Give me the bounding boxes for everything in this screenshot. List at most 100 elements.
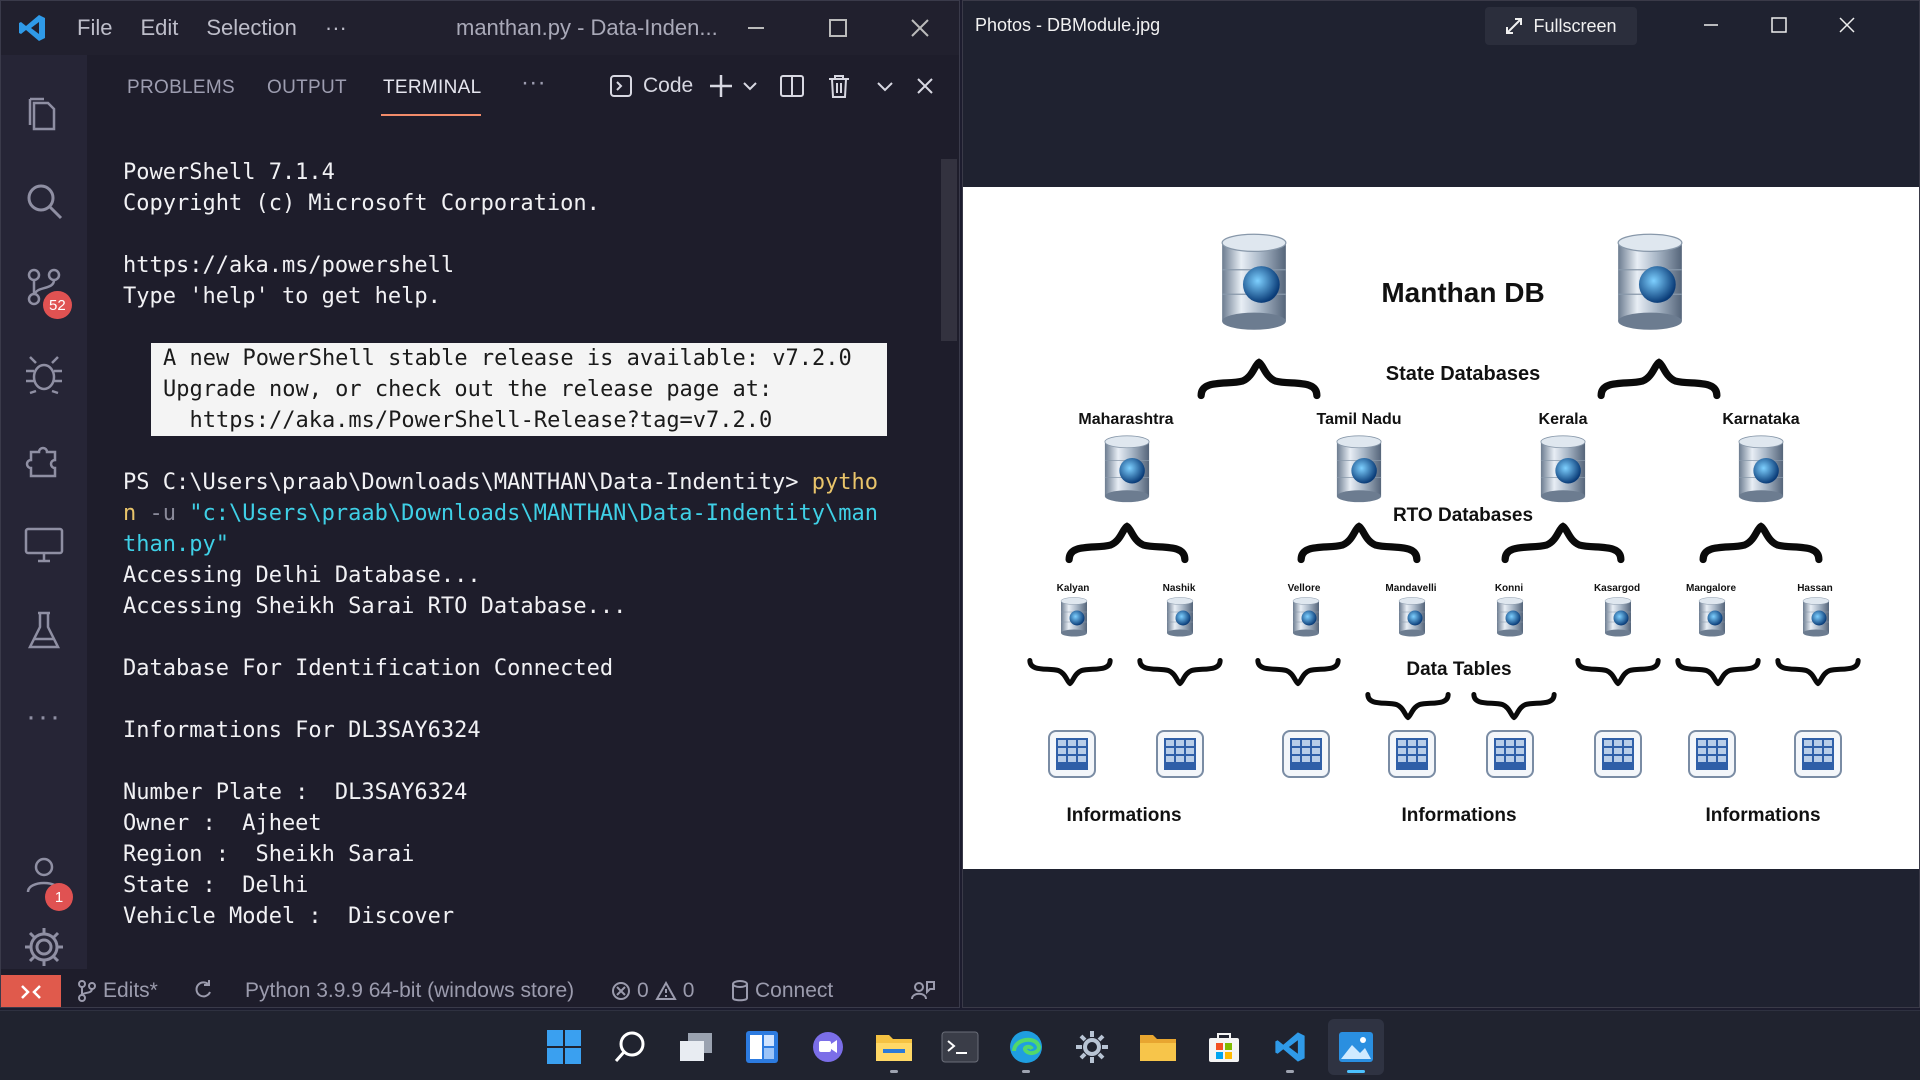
extensions-icon[interactable]: [1, 423, 87, 495]
table-icon: [1387, 729, 1437, 779]
menu-file[interactable]: File: [63, 15, 126, 41]
vscode-taskbar-icon[interactable]: [1262, 1019, 1318, 1075]
running-indicator: [890, 1070, 898, 1073]
brace-icon: [1255, 657, 1341, 687]
file-explorer-icon[interactable]: [866, 1019, 922, 1075]
terminal-icon: [610, 75, 632, 97]
connect-label: Connect: [755, 979, 834, 1002]
settings-gear-icon[interactable]: [1, 911, 87, 983]
database-icon: [1165, 597, 1195, 637]
terminal-line: Owner : Ajheet: [123, 811, 322, 836]
tab-terminal[interactable]: TERMINAL: [383, 77, 481, 99]
database-icon: [1697, 597, 1727, 637]
branch-status[interactable]: Edits*: [77, 979, 158, 1003]
brace-icon: [1501, 521, 1625, 565]
vscode-logo-icon[interactable]: [1, 1, 63, 55]
settings-app-icon[interactable]: [1064, 1019, 1120, 1075]
vscode-titlebar: File Edit Selection ··· manthan.py - Dat…: [1, 1, 959, 55]
database-icon: [1801, 597, 1831, 637]
folder-icon[interactable]: [1130, 1019, 1186, 1075]
microsoft-store-icon[interactable]: [1196, 1019, 1252, 1075]
terminal-app-icon[interactable]: [932, 1019, 988, 1075]
remote-explorer-icon[interactable]: [1, 509, 87, 581]
edge-browser-icon[interactable]: [998, 1019, 1054, 1075]
active-tab-indicator: [381, 114, 481, 116]
tab-problems[interactable]: PROBLEMS: [127, 77, 235, 99]
menu-more[interactable]: ···: [311, 15, 361, 41]
menu-selection[interactable]: Selection: [192, 15, 311, 41]
taskbar-search-icon[interactable]: [602, 1019, 658, 1075]
accounts-status-icon[interactable]: [911, 979, 935, 1001]
more-views-icon[interactable]: ···: [1, 681, 87, 753]
new-terminal-plus-icon[interactable]: [707, 71, 735, 101]
teams-chat-icon[interactable]: [800, 1019, 856, 1075]
remote-indicator-icon[interactable]: [1, 975, 61, 1007]
maximize-icon[interactable]: [797, 1, 879, 55]
terminal-line: State : Delhi: [123, 873, 309, 898]
rto-label: Nashik: [1162, 583, 1196, 594]
brace-icon: [1065, 521, 1189, 565]
widgets-icon[interactable]: [734, 1019, 790, 1075]
terminal-line: Informations For DL3SAY6324: [123, 718, 481, 743]
update-notice-link[interactable]: https://aka.ms/PowerShell-Release?tag=v7…: [151, 405, 773, 436]
database-icon: [1333, 435, 1385, 503]
start-icon[interactable]: [536, 1019, 592, 1075]
maximize-panel-chevron-icon[interactable]: [875, 71, 895, 101]
terminal-output[interactable]: PowerShell 7.1.4 Copyright (c) Microsoft…: [87, 157, 935, 969]
fullscreen-button[interactable]: Fullscreen: [1485, 7, 1637, 45]
photos-maximize-icon[interactable]: [1745, 1, 1813, 49]
database-icon: [1101, 435, 1153, 503]
brace-icon: [1575, 657, 1661, 687]
fullscreen-label: Fullscreen: [1533, 15, 1617, 36]
command-text: n: [123, 501, 137, 526]
brace-icon: [1775, 657, 1861, 687]
source-control-icon[interactable]: 52: [1, 251, 87, 323]
terminal-line: PowerShell 7.1.4: [123, 160, 335, 185]
kill-terminal-trash-icon[interactable]: [827, 71, 851, 101]
photos-taskbar-icon[interactable]: [1328, 1019, 1384, 1075]
search-icon[interactable]: [1, 165, 87, 237]
explorer-icon[interactable]: [1, 79, 87, 151]
command-path: than.py": [123, 532, 229, 557]
problems-status[interactable]: 0 0: [611, 979, 694, 1003]
testing-icon[interactable]: [1, 595, 87, 667]
command-text: pytho: [811, 470, 878, 495]
photos-minimize-icon[interactable]: [1677, 1, 1745, 49]
rto-label: Kalyan: [1056, 583, 1090, 594]
table-icon: [1281, 729, 1331, 779]
terminal-line: https://aka.ms/powershell: [123, 253, 455, 278]
state-label: Tamil Nadu: [1316, 411, 1402, 428]
table-icon: [1593, 729, 1643, 779]
accounts-icon[interactable]: 1: [1, 839, 87, 911]
activity-bar: 52 ··· 1: [1, 55, 87, 969]
rto-label: Vellore: [1287, 583, 1321, 594]
task-view-icon[interactable]: [668, 1019, 724, 1075]
split-terminal-icon[interactable]: [779, 71, 805, 101]
close-icon[interactable]: [879, 1, 959, 55]
terminal-selector[interactable]: Code: [609, 71, 693, 101]
photos-close-icon[interactable]: [1813, 1, 1881, 49]
menu-edit[interactable]: Edit: [126, 15, 192, 41]
python-interpreter[interactable]: Python 3.9.9 64-bit (windows store): [245, 979, 574, 1003]
minimize-icon[interactable]: [715, 1, 797, 55]
panel-more-button[interactable]: ···: [521, 69, 546, 97]
terminal-scrollbar[interactable]: [941, 159, 957, 341]
tab-output[interactable]: OUTPUT: [267, 77, 347, 99]
rto-label: Hassan: [1797, 583, 1833, 594]
terminal-name: Code: [643, 74, 694, 97]
brace-icon: [1597, 357, 1721, 401]
command-flag: -u: [136, 501, 190, 526]
close-panel-icon[interactable]: [915, 71, 935, 101]
error-icon: [612, 982, 630, 1000]
taskbar: [0, 1010, 1920, 1080]
accounts-badge: 1: [45, 883, 73, 911]
terminal-dropdown-chevron-icon[interactable]: [741, 71, 759, 101]
sync-icon[interactable]: [193, 979, 213, 999]
debug-icon[interactable]: [1, 337, 87, 409]
state-label: Karnataka: [1722, 411, 1800, 428]
connect-status[interactable]: Connect: [731, 979, 833, 1003]
vscode-window: File Edit Selection ··· manthan.py - Dat…: [0, 0, 960, 1008]
warning-count: 0: [682, 979, 695, 1002]
brace-icon: [1365, 691, 1451, 721]
active-indicator: [1347, 1070, 1365, 1073]
